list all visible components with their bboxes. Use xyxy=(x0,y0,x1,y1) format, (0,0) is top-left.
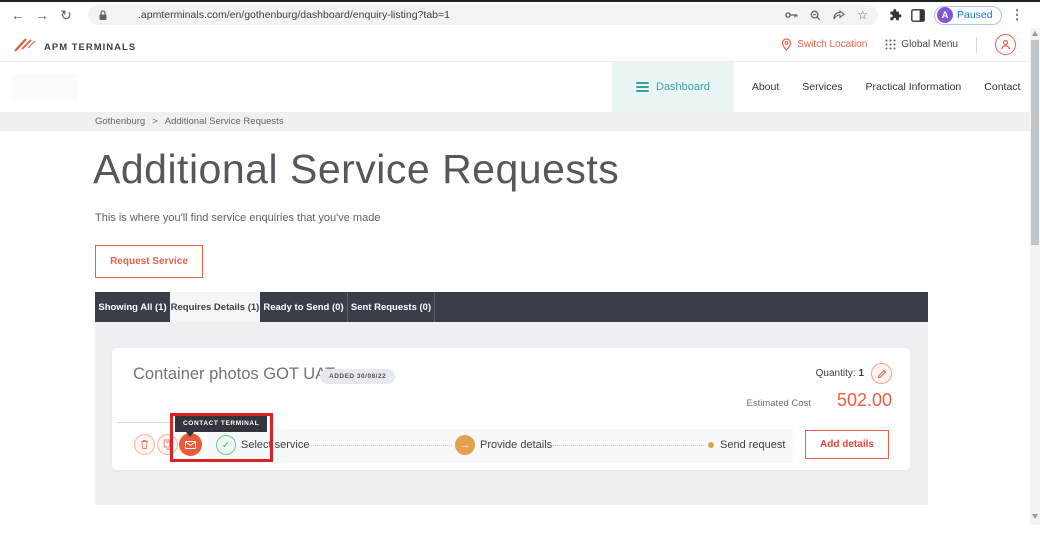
quantity-value: 1 xyxy=(858,368,864,379)
scrollbar-thumb[interactable] xyxy=(1031,40,1039,245)
bookmark-star-icon[interactable]: ☆ xyxy=(857,10,868,21)
service-request-card: Container photos GOT UAT ADDED 30/08/22 … xyxy=(112,348,910,470)
dashboard-list-icon xyxy=(636,82,649,92)
browser-window: ← → ↻ .apmterminals.com/en/gothenburg/da… xyxy=(0,0,1040,557)
browser-menu-icon[interactable]: ⋮ xyxy=(1011,7,1024,23)
breadcrumb-bar: Gothenburg > Additional Service Requests xyxy=(0,112,1030,131)
nav-dashboard-tab[interactable]: Dashboard xyxy=(612,62,734,112)
tab-showing-all[interactable]: Showing All (1) xyxy=(95,292,170,322)
estimated-cost-label: Estimated Cost xyxy=(747,398,811,409)
contact-terminal-tooltip: CONTACT TERMINAL xyxy=(175,415,267,432)
key-icon[interactable] xyxy=(785,10,798,20)
nav-item-contact[interactable]: Contact xyxy=(984,81,1020,93)
step-connector xyxy=(306,445,452,446)
lock-icon xyxy=(98,10,108,21)
global-menu-label: Global Menu xyxy=(901,39,958,50)
divider xyxy=(976,37,977,53)
added-date-badge: ADDED 30/08/22 xyxy=(320,369,395,384)
breadcrumb-location[interactable]: Gothenburg xyxy=(95,116,145,127)
breadcrumb: Gothenburg > Additional Service Requests xyxy=(95,116,284,127)
step-provide-details-label: Provide details xyxy=(480,439,552,451)
estimated-cost-row: Estimated Cost 502.00 xyxy=(747,390,892,411)
breadcrumb-current: Additional Service Requests xyxy=(165,116,284,127)
apm-logo-slashes xyxy=(14,37,40,53)
omnibox-actions: ☆ xyxy=(785,10,868,21)
dashboard-label: Dashboard xyxy=(656,81,710,93)
quantity-label: Quantity: 1 xyxy=(816,368,864,379)
page-subtitle: This is where you'll find service enquir… xyxy=(95,212,380,224)
switch-location-label: Switch Location xyxy=(797,39,867,50)
requests-tab-bar: Showing All (1) Requires Details (1) Rea… xyxy=(95,292,928,322)
forward-icon[interactable]: → xyxy=(30,3,54,27)
profile-status: Paused xyxy=(957,9,993,21)
location-pin-icon xyxy=(781,38,792,51)
step-send-request-dot xyxy=(708,442,714,448)
tab-requires-details[interactable]: Requires Details (1) xyxy=(170,292,260,322)
duplicate-request-button[interactable] xyxy=(157,434,178,455)
avatar: A xyxy=(937,7,953,23)
scroll-down-arrow-icon[interactable] xyxy=(1032,514,1038,519)
switch-location-link[interactable]: Switch Location xyxy=(781,38,867,51)
zoom-icon[interactable] xyxy=(810,10,821,21)
tab-ready-to-send[interactable]: Ready to Send (0) xyxy=(260,292,348,322)
account-icon xyxy=(1000,39,1011,50)
page-scrollbar[interactable] xyxy=(1030,28,1040,525)
step-send-request-label: Send request xyxy=(720,439,785,451)
share-icon[interactable] xyxy=(833,10,845,21)
step-connector xyxy=(552,445,704,446)
nav-item-practical-information[interactable]: Practical Information xyxy=(866,81,962,93)
add-details-button[interactable]: Add details xyxy=(805,430,889,459)
pencil-icon xyxy=(877,369,887,379)
reload-icon[interactable]: ↻ xyxy=(54,3,78,27)
nav-item-services[interactable]: Services xyxy=(802,81,842,93)
request-title: Container photos GOT UAT xyxy=(133,365,335,384)
estimated-cost-value: 502.00 xyxy=(837,390,892,411)
delete-request-button[interactable] xyxy=(134,434,155,455)
url-text: .apmterminals.com/en/gothenburg/dashboar… xyxy=(138,9,777,21)
page-title: Additional Service Requests xyxy=(93,146,619,193)
duplicate-icon xyxy=(163,439,172,450)
delete-icon xyxy=(140,439,149,450)
extensions-icon[interactable] xyxy=(888,8,902,22)
nav-item-about[interactable]: About xyxy=(752,81,779,93)
step-select-service-label: Select service xyxy=(241,439,309,451)
account-button[interactable] xyxy=(995,34,1016,55)
tab-sent-requests[interactable]: Sent Requests (0) xyxy=(348,292,435,322)
tooltip-pointer xyxy=(186,432,194,437)
brand-name: APM TERMINALS xyxy=(44,42,136,53)
faint-terminal-logo xyxy=(12,74,78,100)
chrome-actions: A Paused ⋮ xyxy=(888,6,1024,25)
browser-profile-chip[interactable]: A Paused xyxy=(934,6,1002,25)
site-utility-bar: APM TERMINALS Switch Location Global Men… xyxy=(0,28,1030,62)
browser-toolbar: ← → ↻ .apmterminals.com/en/gothenburg/da… xyxy=(0,2,1040,29)
edit-quantity-button[interactable] xyxy=(871,363,892,384)
back-icon[interactable]: ← xyxy=(6,3,30,27)
global-menu-button[interactable]: Global Menu xyxy=(885,39,958,50)
request-service-button[interactable]: Request Service xyxy=(95,245,203,278)
address-bar[interactable]: .apmterminals.com/en/gothenburg/dashboar… xyxy=(88,5,878,25)
quantity-row: Quantity: 1 xyxy=(816,363,892,384)
grid-menu-icon xyxy=(885,39,896,50)
step-select-service-check-icon: ✓ xyxy=(216,435,236,455)
main-nav: Dashboard About Services Practical Infor… xyxy=(0,62,1030,112)
envelope-icon xyxy=(185,441,196,449)
breadcrumb-separator: > xyxy=(152,116,158,127)
step-provide-details-arrow-icon: → xyxy=(455,435,475,455)
scroll-up-arrow-icon[interactable] xyxy=(1032,31,1038,36)
side-panel-icon[interactable] xyxy=(911,9,925,22)
apm-terminals-logo[interactable]: APM TERMINALS xyxy=(14,37,136,53)
